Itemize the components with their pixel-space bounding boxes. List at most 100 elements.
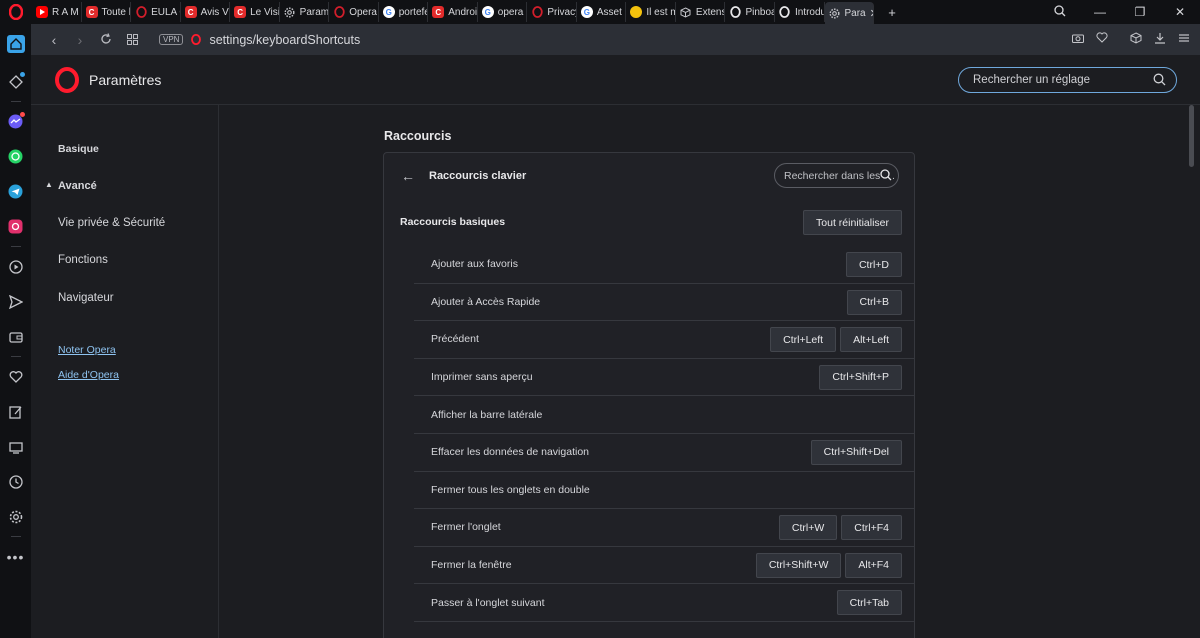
edit-icon (8, 405, 21, 419)
sidebar-tabs[interactable] (0, 429, 31, 464)
shortcut-keys: Ctrl+Shift+P (819, 364, 902, 390)
browser-tab[interactable]: Paramè (280, 2, 330, 22)
sidebar-pinboard[interactable] (0, 64, 31, 99)
rate-opera-link[interactable]: Noter Opera (58, 344, 116, 356)
camera-icon[interactable] (1066, 32, 1090, 47)
browser-tab[interactable]: Il est m (626, 2, 676, 22)
browser-tab[interactable]: Gopera o (478, 2, 528, 22)
nav-privacy[interactable]: Vie privée & Sécurité (58, 217, 165, 229)
shortcut-key-button[interactable]: Ctrl+Shift+W (755, 552, 842, 578)
browser-tab[interactable]: Pinboa (725, 2, 775, 22)
shortcut-row: Ajouter à Accès Rapide Ctrl+B (414, 284, 914, 322)
scrollbar-thumb[interactable] (1189, 105, 1194, 167)
reset-all-button[interactable]: Tout réinitialiser (803, 210, 902, 235)
browser-tab[interactable]: C Toute l (82, 2, 132, 22)
tab-title: R A M (52, 6, 79, 18)
opera-help-link[interactable]: Aide d'Opera (58, 369, 119, 381)
reload-button[interactable] (93, 32, 119, 48)
browser-tab[interactable]: C Avis Vi (181, 2, 231, 22)
shortcut-key-button[interactable]: Ctrl+Shift+P (819, 364, 902, 390)
bookmark-heart-icon[interactable] (1090, 32, 1114, 47)
sidebar-wallet[interactable] (0, 319, 31, 354)
browser-tab[interactable]: Gportefe (379, 2, 429, 22)
shortcut-label: Ajouter aux favoris (431, 258, 518, 271)
vpn-badge[interactable]: VPN (159, 34, 184, 45)
browser-tab[interactable]: G Asset - (577, 2, 627, 22)
forward-button[interactable]: › (67, 32, 93, 48)
tab-grid-button[interactable] (119, 32, 145, 48)
shortcut-key-button[interactable]: Alt+Left (840, 327, 902, 353)
sidebar-more[interactable]: ••• (0, 539, 31, 574)
sidebar-home[interactable] (0, 24, 31, 64)
shortcut-search-input[interactable]: Rechercher dans les r... (774, 163, 899, 188)
browser-tab[interactable]: C Le Visit (230, 2, 280, 22)
tab-favicon-icon (779, 6, 791, 18)
shortcut-key-button[interactable]: Ctrl+W (778, 515, 838, 541)
minimize-button[interactable]: — (1080, 5, 1120, 19)
shortcut-label: Fermer la fenêtre (431, 559, 512, 572)
tab-title: Le Visit (250, 6, 280, 18)
browser-tab[interactable]: Introdu (775, 2, 825, 22)
page-scrollbar[interactable] (1184, 105, 1200, 638)
download-icon[interactable] (1148, 32, 1172, 47)
extensions-cube-icon[interactable] (1124, 32, 1148, 47)
nav-basic[interactable]: Basique (58, 143, 99, 155)
shortcut-label: Imprimer sans aperçu (431, 371, 533, 384)
notification-dot (20, 112, 25, 117)
tab-list: R A M CToute l EULA OCAvis ViCLe Visit Par… (32, 0, 874, 24)
browser-tab[interactable]: Extensi (676, 2, 726, 22)
nav-features[interactable]: Fonctions (58, 254, 108, 266)
shortcut-key-button[interactable]: Ctrl+Tab (836, 590, 902, 616)
shortcut-row: Afficher la barre latérale (414, 396, 914, 434)
opera-menu-button[interactable] (0, 0, 32, 24)
browser-tab[interactable]: Para✕ (824, 2, 874, 24)
sidebar-messenger[interactable] (0, 104, 31, 139)
sidebar-flow[interactable] (0, 284, 31, 319)
address-actions (1066, 32, 1196, 47)
shortcut-row: Précédent Ctrl+Left Alt+Left (414, 321, 914, 359)
play-icon (8, 259, 23, 274)
back-arrow-icon[interactable]: ← (401, 168, 415, 184)
close-window-button[interactable]: ✕ (1160, 5, 1200, 19)
nav-advanced[interactable]: Avancé (58, 180, 97, 192)
page-title: Paramètres (89, 71, 162, 88)
browser-tab[interactable]: C Androi (428, 2, 478, 22)
shortcut-key-button[interactable]: Ctrl+Left (770, 327, 837, 353)
tab-title: Paramè (299, 6, 330, 18)
shortcut-key-button[interactable]: Ctrl+B (846, 289, 902, 315)
easy-setup-icon[interactable] (1172, 32, 1196, 47)
browser-tab[interactable]: R A M (32, 2, 82, 22)
nav-browser[interactable]: Navigateur (58, 292, 114, 304)
sidebar-player[interactable] (0, 249, 31, 284)
browser-tab[interactable]: Opera (329, 2, 379, 22)
shortcut-key-button[interactable]: Ctrl+F4 (841, 515, 902, 541)
tab-title: Il est m (646, 6, 676, 18)
sidebar-notes[interactable] (0, 394, 31, 429)
browser-tab[interactable]: EULA O (131, 2, 181, 22)
tab-title: Privacy (547, 6, 577, 18)
reload-icon (101, 32, 111, 44)
url-text[interactable]: settings/keyboardShortcuts (209, 33, 360, 47)
sidebar-telegram[interactable] (0, 174, 31, 209)
sidebar-instagram[interactable] (0, 209, 31, 244)
new-tab-button[interactable]: + (874, 5, 910, 20)
shortcut-list: Ajouter aux favoris Ctrl+D Ajouter à Accès… (414, 246, 914, 622)
card-header: ← Raccourcis clavier Rechercher dans les… (384, 153, 914, 199)
shortcut-row: Ajouter aux favoris Ctrl+D (414, 246, 914, 284)
shortcuts-card: ← Raccourcis clavier Rechercher dans les… (383, 152, 915, 638)
shortcut-key-button[interactable]: Ctrl+Shift+Del (810, 439, 902, 465)
section-title: Raccourcis (384, 129, 452, 143)
tab-search-icon[interactable] (1040, 4, 1080, 20)
shortcut-key-button[interactable]: Ctrl+D (845, 252, 902, 277)
browser-tab[interactable]: Privacy (527, 2, 577, 22)
back-button[interactable]: ‹ (41, 32, 67, 48)
sidebar-bookmarks[interactable] (0, 359, 31, 394)
sidebar-history[interactable] (0, 464, 31, 499)
shortcut-key-button[interactable]: Alt+F4 (845, 552, 902, 578)
shortcut-row: Effacer les données de navigation Ctrl+Sh… (414, 434, 914, 472)
tab-title: EULA O (151, 6, 180, 18)
sidebar-settings[interactable] (0, 499, 31, 534)
sidebar-whatsapp[interactable] (0, 139, 31, 174)
restore-button[interactable]: ❐ (1120, 5, 1160, 19)
settings-search-input[interactable]: Rechercher un réglage (958, 67, 1177, 93)
